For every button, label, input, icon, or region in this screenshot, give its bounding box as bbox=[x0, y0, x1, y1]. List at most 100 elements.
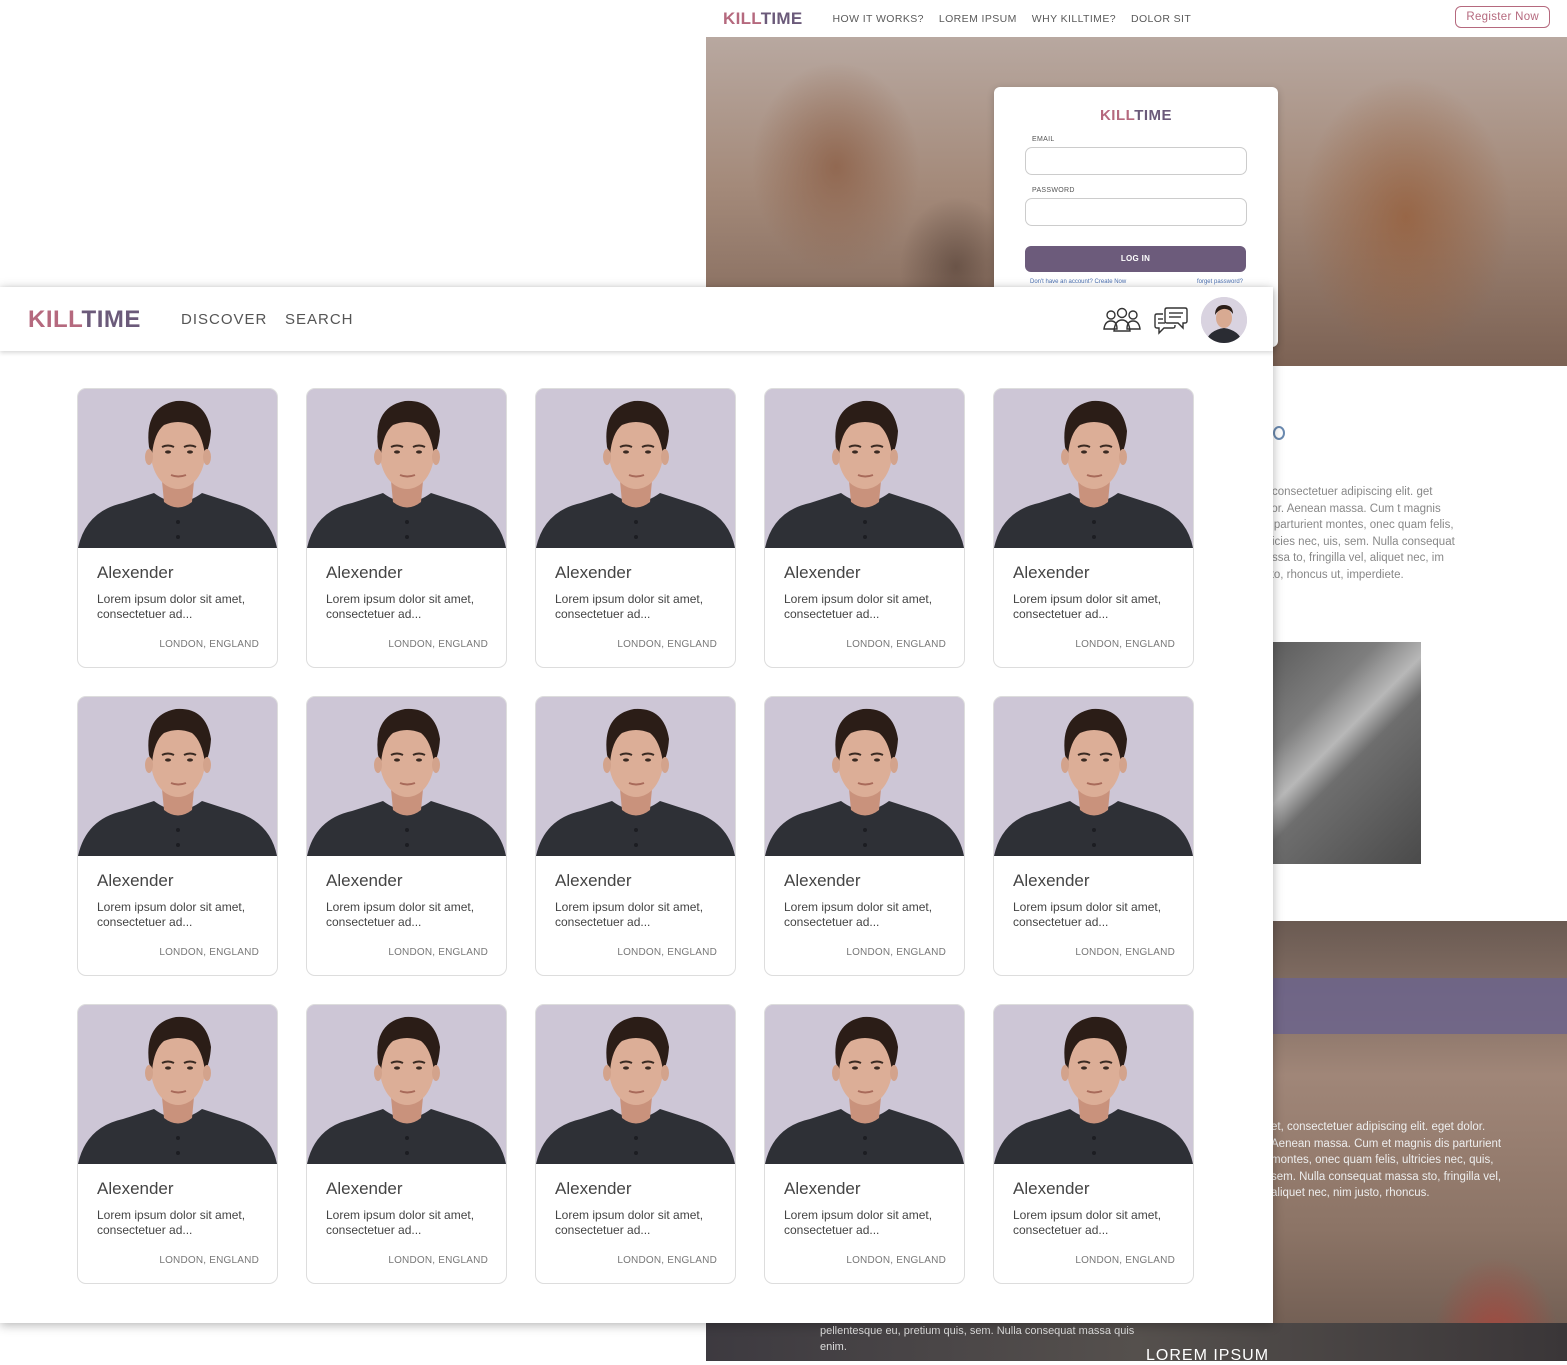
profile-description: Lorem ipsum dolor sit amet, consectetuer… bbox=[555, 592, 704, 621]
profile-name[interactable]: Alexender bbox=[326, 563, 403, 583]
profile-photo[interactable] bbox=[536, 1005, 735, 1164]
nav-lorem-ipsum[interactable]: LOREM IPSUM bbox=[939, 13, 1017, 25]
landing-section-text: et, consectetuer adipiscing elit. eget d… bbox=[1271, 1121, 1502, 1199]
nav-why-killtime[interactable]: WHY KILLTIME? bbox=[1032, 13, 1116, 25]
nav-discover[interactable]: DISCOVER bbox=[181, 311, 267, 328]
profile-photo[interactable] bbox=[765, 389, 964, 548]
profile-photo[interactable] bbox=[536, 389, 735, 548]
profile-description: Lorem ipsum dolor sit amet, consectetuer… bbox=[555, 900, 704, 929]
password-field[interactable] bbox=[1025, 198, 1247, 226]
profile-card[interactable]: Alexender Lorem ipsum dolor sit amet, co… bbox=[764, 696, 965, 976]
profile-location: LONDON, ENGLAND bbox=[388, 1255, 488, 1266]
profile-location: LONDON, ENGLAND bbox=[159, 639, 259, 650]
landing-nav-links: HOW IT WORKS? LOREM IPSUM WHY KILLTIME? … bbox=[833, 13, 1207, 25]
profile-description: Lorem ipsum dolor sit amet, consectetuer… bbox=[97, 592, 246, 621]
profile-description: Lorem ipsum dolor sit amet, consectetuer… bbox=[326, 592, 475, 621]
profile-name[interactable]: Alexender bbox=[1013, 871, 1090, 891]
profile-description: Lorem ipsum dolor sit amet, consectetuer… bbox=[555, 1208, 704, 1237]
profile-photo[interactable] bbox=[307, 389, 506, 548]
profile-description: Lorem ipsum dolor sit amet, consectetuer… bbox=[1013, 900, 1162, 929]
profile-card[interactable]: Alexender Lorem ipsum dolor sit amet, co… bbox=[993, 1004, 1194, 1284]
profile-description: Lorem ipsum dolor sit amet, consectetuer… bbox=[1013, 592, 1162, 621]
profile-location: LONDON, ENGLAND bbox=[159, 1255, 259, 1266]
profile-grid: Alexender Lorem ipsum dolor sit amet, co… bbox=[77, 388, 1194, 1284]
nav-search[interactable]: SEARCH bbox=[285, 311, 354, 328]
profile-photo[interactable] bbox=[994, 1005, 1193, 1164]
profile-card[interactable]: Alexender Lorem ipsum dolor sit amet, co… bbox=[535, 388, 736, 668]
profile-photo[interactable] bbox=[765, 697, 964, 856]
email-field[interactable] bbox=[1025, 147, 1247, 175]
profile-description: Lorem ipsum dolor sit amet, consectetuer… bbox=[784, 1208, 933, 1237]
profile-card[interactable]: Alexender Lorem ipsum dolor sit amet, co… bbox=[993, 388, 1194, 668]
landing-footer-photo: pellentesque eu, pretium quis, sem. Null… bbox=[706, 1323, 1567, 1364]
login-button[interactable]: LOG IN bbox=[1025, 246, 1246, 272]
create-account-link[interactable]: Don't have an account? Create Now bbox=[1030, 279, 1126, 285]
app-logo[interactable]: KILLTIME bbox=[28, 306, 141, 334]
register-now-button[interactable]: Register Now bbox=[1455, 6, 1550, 28]
profile-description: Lorem ipsum dolor sit amet, consectetuer… bbox=[326, 900, 475, 929]
profile-name[interactable]: Alexender bbox=[784, 871, 861, 891]
profile-card[interactable]: Alexender Lorem ipsum dolor sit amet, co… bbox=[535, 1004, 736, 1284]
discover-app: KILLTIME DISCOVER SEARCH Alexender Lorem… bbox=[0, 287, 1273, 1323]
profile-photo[interactable] bbox=[78, 389, 277, 548]
profile-name[interactable]: Alexender bbox=[326, 871, 403, 891]
profile-location: LONDON, ENGLAND bbox=[846, 1255, 946, 1266]
profile-card[interactable]: Alexender Lorem ipsum dolor sit amet, co… bbox=[764, 388, 965, 668]
profile-card[interactable]: Alexender Lorem ipsum dolor sit amet, co… bbox=[77, 696, 278, 976]
profile-name[interactable]: Alexender bbox=[784, 1179, 861, 1199]
profile-location: LONDON, ENGLAND bbox=[388, 639, 488, 650]
profile-photo[interactable] bbox=[994, 697, 1193, 856]
section-icon bbox=[1273, 426, 1285, 440]
profile-card[interactable]: Alexender Lorem ipsum dolor sit amet, co… bbox=[535, 696, 736, 976]
profile-location: LONDON, ENGLAND bbox=[1075, 639, 1175, 650]
profile-photo[interactable] bbox=[78, 697, 277, 856]
profile-name[interactable]: Alexender bbox=[1013, 1179, 1090, 1199]
profile-name[interactable]: Alexender bbox=[326, 1179, 403, 1199]
chat-icon[interactable] bbox=[1153, 304, 1189, 341]
app-header: KILLTIME DISCOVER SEARCH bbox=[0, 287, 1273, 351]
nav-dolor-sit[interactable]: DOLOR SIT bbox=[1131, 13, 1191, 25]
profile-card[interactable]: Alexender Lorem ipsum dolor sit amet, co… bbox=[306, 1004, 507, 1284]
profile-photo[interactable] bbox=[994, 389, 1193, 548]
landing-footer-heading: LOREM IPSUM bbox=[1146, 1347, 1270, 1364]
profile-card[interactable]: Alexender Lorem ipsum dolor sit amet, co… bbox=[993, 696, 1194, 976]
profile-card[interactable]: Alexender Lorem ipsum dolor sit amet, co… bbox=[306, 696, 507, 976]
profile-description: Lorem ipsum dolor sit amet, consectetuer… bbox=[326, 1208, 475, 1237]
profile-location: LONDON, ENGLAND bbox=[1075, 1255, 1175, 1266]
profile-description: Lorem ipsum dolor sit amet, consectetuer… bbox=[97, 900, 246, 929]
profile-description: Lorem ipsum dolor sit amet, consectetuer… bbox=[97, 1208, 246, 1237]
landing-section-photo: et, consectetuer adipiscing elit. eget d… bbox=[1266, 921, 1567, 1361]
profile-name[interactable]: Alexender bbox=[97, 871, 174, 891]
landing-footer-text: pellentesque eu, pretium quis, sem. Null… bbox=[820, 1325, 1135, 1353]
avatar[interactable] bbox=[1201, 297, 1247, 343]
profile-name[interactable]: Alexender bbox=[784, 563, 861, 583]
profile-card[interactable]: Alexender Lorem ipsum dolor sit amet, co… bbox=[306, 388, 507, 668]
profile-name[interactable]: Alexender bbox=[555, 871, 632, 891]
profile-name[interactable]: Alexender bbox=[555, 1179, 632, 1199]
profile-photo[interactable] bbox=[536, 697, 735, 856]
profile-photo[interactable] bbox=[307, 1005, 506, 1164]
profile-location: LONDON, ENGLAND bbox=[159, 947, 259, 958]
profile-name[interactable]: Alexender bbox=[97, 563, 174, 583]
profile-card[interactable]: Alexender Lorem ipsum dolor sit amet, co… bbox=[77, 388, 278, 668]
profile-name[interactable]: Alexender bbox=[97, 1179, 174, 1199]
profile-photo[interactable] bbox=[765, 1005, 964, 1164]
profile-card[interactable]: Alexender Lorem ipsum dolor sit amet, co… bbox=[764, 1004, 965, 1284]
landing-section-band bbox=[1266, 978, 1567, 1034]
landing-logo[interactable]: KILLTIME bbox=[723, 9, 803, 29]
landing-photo bbox=[1266, 642, 1421, 864]
nav-how-it-works[interactable]: HOW IT WORKS? bbox=[833, 13, 924, 25]
profile-photo[interactable] bbox=[78, 1005, 277, 1164]
profile-description: Lorem ipsum dolor sit amet, consectetuer… bbox=[1013, 1208, 1162, 1237]
profile-photo[interactable] bbox=[307, 697, 506, 856]
email-label: EMAIL bbox=[1032, 136, 1055, 143]
profile-location: LONDON, ENGLAND bbox=[617, 1255, 717, 1266]
profile-location: LONDON, ENGLAND bbox=[846, 639, 946, 650]
profile-location: LONDON, ENGLAND bbox=[1075, 947, 1175, 958]
profile-name[interactable]: Alexender bbox=[555, 563, 632, 583]
forgot-password-link[interactable]: forget password? bbox=[1197, 279, 1243, 285]
profile-card[interactable]: Alexender Lorem ipsum dolor sit amet, co… bbox=[77, 1004, 278, 1284]
group-icon[interactable] bbox=[1102, 307, 1142, 338]
landing-navbar: KILLTIME HOW IT WORKS? LOREM IPSUM WHY K… bbox=[706, 0, 1567, 37]
profile-name[interactable]: Alexender bbox=[1013, 563, 1090, 583]
